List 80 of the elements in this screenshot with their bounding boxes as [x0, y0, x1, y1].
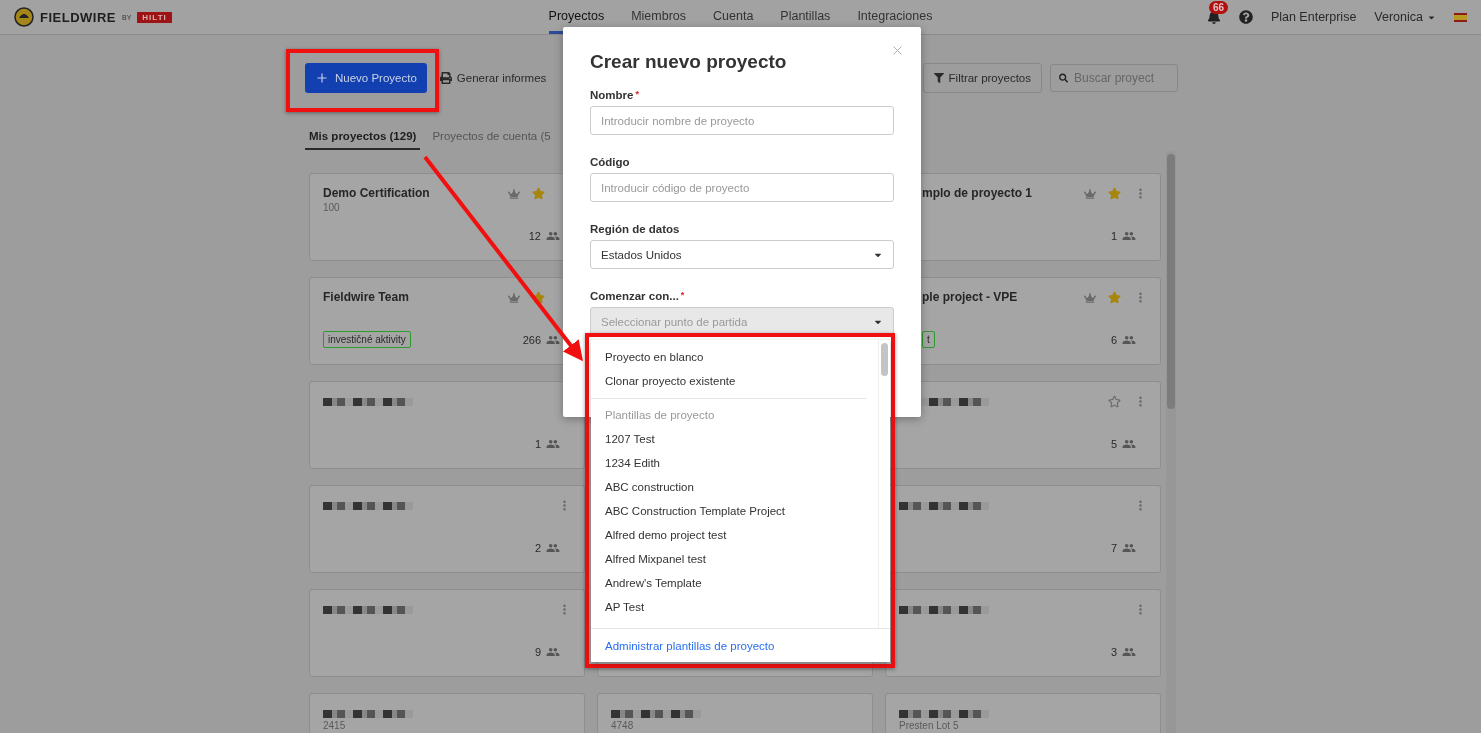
project-title: Demo Certification: [323, 186, 431, 200]
template-option[interactable]: Andrew's Template: [591, 571, 878, 595]
project-card[interactable]: 9: [309, 589, 585, 677]
project-title: ple project - VPE: [922, 290, 1019, 304]
project-card[interactable]: 3: [885, 589, 1161, 677]
template-option[interactable]: AP Test: [591, 595, 878, 619]
template-option[interactable]: 1207 Test: [591, 427, 878, 451]
partner-logo: HILTI: [137, 11, 172, 23]
people-icon: [546, 541, 560, 555]
people-icon: [1122, 229, 1136, 243]
star-outline-icon[interactable]: [1108, 395, 1121, 408]
logo-icon: [14, 7, 34, 27]
funnel-icon: [933, 73, 944, 83]
template-option[interactable]: Alfred demo project test: [591, 523, 878, 547]
menu-option[interactable]: Proyecto en blanco: [591, 345, 878, 369]
member-count: 5: [1110, 438, 1117, 450]
star-icon[interactable]: [1108, 291, 1121, 304]
notification-badge: 66: [1208, 1, 1228, 14]
select-field[interactable]: Estados Unidos: [590, 240, 894, 269]
people-icon: [1122, 645, 1136, 659]
dialog-title: Crear nuevo proyecto: [590, 51, 788, 73]
member-count: 9: [534, 646, 541, 658]
people-icon: [546, 645, 560, 659]
people-icon: [546, 229, 560, 243]
field-label: Comenzar con... *: [590, 290, 686, 302]
project-card[interactable]: 1: [309, 381, 585, 469]
project-code: 2415: [323, 720, 347, 731]
menu-option[interactable]: Clonar proyecto existente: [591, 369, 878, 393]
text-field[interactable]: Introducir código de proyecto: [590, 173, 894, 202]
star-icon[interactable]: [1108, 187, 1121, 200]
field-label: Código: [590, 156, 631, 168]
people-icon: [1122, 437, 1136, 451]
help-icon[interactable]: [1238, 10, 1253, 24]
flag-icon[interactable]: [1454, 12, 1467, 22]
scrollbar[interactable]: [1166, 151, 1176, 733]
member-count: 12: [528, 230, 541, 242]
template-option[interactable]: Alfred Mixpanel test: [591, 547, 878, 571]
plan-label[interactable]: Plan Enterprise: [1270, 10, 1357, 24]
plus-icon: [315, 71, 329, 85]
reports-button[interactable]: Generar informes: [434, 63, 552, 93]
people-icon: [546, 333, 560, 347]
star-icon[interactable]: [532, 291, 545, 304]
projects-tab[interactable]: Mis proyectos (129): [305, 128, 421, 150]
dropdown-scrollbar[interactable]: [878, 340, 890, 628]
project-code: 4748: [611, 720, 635, 731]
scrollbar-thumb[interactable]: [881, 343, 888, 376]
star-icon[interactable]: [532, 187, 545, 200]
project-code: Presten Lot 5: [899, 720, 960, 731]
scrollbar-thumb[interactable]: [1167, 154, 1175, 409]
close-icon[interactable]: [890, 43, 905, 58]
user-menu[interactable]: Veronica: [1374, 10, 1423, 24]
member-count: 3: [1110, 646, 1117, 658]
people-icon: [1122, 333, 1136, 347]
member-count: 2: [534, 542, 541, 554]
project-card[interactable]: 2: [309, 485, 585, 573]
manage-templates-link[interactable]: Administrar plantillas de proyecto: [591, 628, 890, 662]
member-count: 1: [1110, 230, 1117, 242]
member-count: 266: [522, 334, 541, 346]
template-option[interactable]: 1234 Edith: [591, 451, 878, 475]
filter-button[interactable]: Filtrar proyectos: [922, 63, 1042, 93]
brand-name: FIELDWIRE: [40, 9, 116, 25]
field-label: Nombre *: [590, 89, 640, 101]
group-label: Plantillas de proyecto: [604, 408, 716, 423]
project-tag: investičné aktivity: [323, 331, 411, 348]
template-option[interactable]: ABC Construction Template Project: [591, 499, 878, 523]
people-icon: [546, 437, 560, 451]
project-title: mplo de proyecto 1: [922, 186, 1034, 200]
project-tag: t: [922, 331, 935, 348]
project-title: Fieldwire Team: [323, 290, 410, 304]
field-label: Región de datos: [590, 223, 681, 235]
new-project-button[interactable]: Nuevo Proyecto: [305, 63, 427, 93]
member-count: 1: [534, 438, 541, 450]
printer-icon: [439, 72, 452, 84]
member-count: 6: [1110, 334, 1117, 346]
text-field[interactable]: Introducir nombre de proyecto: [590, 106, 894, 135]
member-count: 7: [1110, 542, 1117, 554]
search-icon: [1059, 72, 1068, 84]
template-option[interactable]: ABC construction: [591, 475, 878, 499]
project-code: 100: [323, 202, 341, 213]
people-icon: [1122, 541, 1136, 555]
